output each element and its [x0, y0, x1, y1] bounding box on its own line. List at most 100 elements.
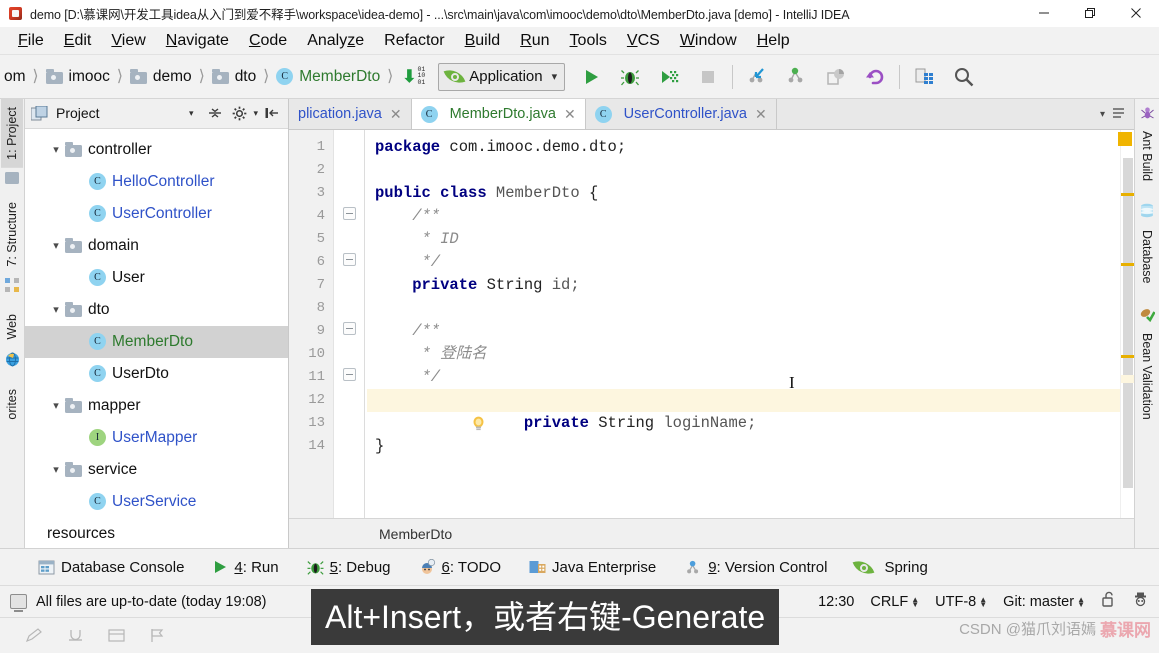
maximize-button[interactable]	[1067, 0, 1113, 27]
list-icon[interactable]	[1113, 107, 1127, 122]
vcs-revert-icon[interactable]	[855, 58, 894, 96]
gear-dropdown-icon[interactable]: ▾	[253, 108, 258, 119]
tool-tab-spring[interactable]: Spring	[841, 556, 941, 578]
run-coverage-button[interactable]	[649, 58, 688, 96]
code-folding-gutter[interactable]	[334, 130, 367, 518]
menu-edit[interactable]: Edit	[54, 30, 102, 52]
collapse-all-button[interactable]	[205, 103, 225, 123]
menu-view[interactable]: View	[101, 30, 155, 52]
sidebar-item-favorites[interactable]: orites	[1, 381, 23, 428]
chevron-expanded-icon[interactable]: ▾	[47, 303, 65, 316]
tool-tab-run[interactable]: 4: Run	[198, 559, 292, 576]
stop-button[interactable]	[688, 58, 727, 96]
tool-tab-database-console[interactable]: Database Console	[24, 559, 198, 576]
menu-help[interactable]: Help	[747, 30, 800, 52]
caret-position[interactable]: 12:30	[818, 594, 854, 610]
warning-marker[interactable]	[1121, 193, 1134, 196]
menu-build[interactable]: Build	[455, 30, 511, 52]
sidebar-item-ant-build[interactable]: Ant Build	[1136, 123, 1158, 189]
gear-icon[interactable]	[229, 103, 249, 123]
chevron-expanded-icon[interactable]: ▾	[47, 399, 65, 412]
close-icon[interactable]: ✕	[755, 106, 767, 123]
editor-tab-memberdto[interactable]: C MemberDto.java ✕	[411, 99, 586, 129]
menu-run[interactable]: Run	[510, 30, 559, 52]
encoding-selector[interactable]: UTF-8 ▲ ▼	[935, 594, 987, 610]
close-button[interactable]	[1113, 0, 1159, 27]
search-icon[interactable]	[944, 58, 983, 96]
project-tree[interactable]: ▾ controller C HelloController C UserCon…	[25, 129, 288, 548]
tree-node-domain[interactable]: ▾ domain	[25, 230, 288, 262]
menu-vcs[interactable]: VCS	[617, 30, 670, 52]
line-separator-selector[interactable]: CRLF ▲ ▼	[870, 594, 919, 610]
tree-node-controller[interactable]: ▾ controller	[25, 134, 288, 166]
sidebar-item-database[interactable]: Database	[1136, 222, 1158, 292]
fold-region-icon[interactable]	[343, 368, 356, 381]
database-table-icon[interactable]	[905, 58, 944, 96]
close-icon[interactable]: ✕	[564, 106, 576, 123]
chevron-down-icon[interactable]: ▾	[181, 108, 202, 119]
tree-node-userdto[interactable]: C UserDto	[25, 358, 288, 390]
code-text[interactable]: package com.imooc.demo.dto; public class…	[367, 130, 1120, 518]
fold-region-icon[interactable]	[343, 253, 356, 266]
menu-file[interactable]: FFileile	[8, 30, 54, 52]
breadcrumb-item-2[interactable]: demo	[128, 55, 194, 99]
sidebar-item-web[interactable]: Web	[1, 306, 23, 347]
compile-binary-icon[interactable]: ⬇ 01 10 01	[402, 66, 426, 88]
breadcrumb-item-0[interactable]: om	[2, 55, 28, 99]
tree-node-user[interactable]: C User	[25, 262, 288, 294]
tree-node-hellocontroller[interactable]: C HelloController	[25, 166, 288, 198]
warning-marker[interactable]	[1121, 263, 1134, 266]
menu-refactor[interactable]: Refactor	[374, 30, 454, 52]
chevron-expanded-icon[interactable]: ▾	[47, 143, 65, 156]
run-configuration-selector[interactable]: Application ▾	[438, 62, 566, 91]
hide-icon[interactable]	[262, 103, 282, 123]
debug-button[interactable]	[610, 58, 649, 96]
editor-tab-application[interactable]: plication.java ✕	[289, 99, 412, 129]
breadcrumb-item-3[interactable]: dto	[210, 55, 259, 99]
menu-analyze[interactable]: Analyze	[297, 30, 374, 52]
chevron-expanded-icon[interactable]: ▾	[47, 463, 65, 476]
fold-region-icon[interactable]	[343, 322, 356, 335]
fold-region-icon[interactable]	[343, 207, 356, 220]
menu-code[interactable]: Code	[239, 30, 297, 52]
git-branch-selector[interactable]: Git: master ▲ ▼	[1003, 594, 1085, 610]
tree-node-userservice[interactable]: C UserService	[25, 486, 288, 518]
tree-node-resources[interactable]: resources	[25, 518, 288, 548]
scrollbar-thumb[interactable]	[1123, 158, 1133, 488]
flag-icon[interactable]	[149, 628, 166, 643]
pencil-icon[interactable]	[25, 628, 43, 643]
warning-marker[interactable]	[1121, 355, 1134, 358]
run-button[interactable]	[571, 58, 610, 96]
tool-tab-debug[interactable]: 5: Debug	[293, 559, 405, 576]
menu-tools[interactable]: Tools	[560, 30, 617, 52]
inspector-hat-icon[interactable]	[1132, 591, 1149, 612]
inspection-status-indicator[interactable]	[1118, 132, 1132, 146]
minimize-button[interactable]	[1021, 0, 1067, 27]
tool-tab-java-enterprise[interactable]: Java Enterprise	[515, 559, 670, 576]
vcs-update-icon[interactable]	[738, 58, 777, 96]
vcs-commit-icon[interactable]	[777, 58, 816, 96]
tree-node-mapper[interactable]: ▾ mapper	[25, 390, 288, 422]
tool-tab-todo[interactable]: 6: TODO	[405, 559, 515, 576]
editor-scroll-gutter[interactable]	[1118, 130, 1134, 518]
code-editor[interactable]: 1 2 3 4 5 6 7 8 9 10 11 12 13 14 package…	[289, 130, 1134, 518]
sidebar-item-bean-validation[interactable]: Bean Validation	[1136, 325, 1158, 428]
tool-tab-version-control[interactable]: 9: Version Control	[670, 559, 841, 576]
vcs-compare-icon[interactable]	[816, 58, 855, 96]
editor-tab-usercontroller[interactable]: C UserController.java ✕	[586, 99, 777, 129]
tree-node-dto[interactable]: ▾ dto	[25, 294, 288, 326]
tree-node-usermapper[interactable]: I UserMapper	[25, 422, 288, 454]
breadcrumb-item-1[interactable]: imooc	[44, 55, 112, 99]
tree-node-service[interactable]: ▾ service	[25, 454, 288, 486]
close-icon[interactable]: ✕	[390, 106, 402, 123]
layout-icon[interactable]	[108, 628, 125, 643]
chevron-down-icon[interactable]: ▾	[1100, 109, 1105, 120]
sidebar-item-structure[interactable]: 7: Structure	[1, 194, 23, 275]
breadcrumb-item-4[interactable]: C MemberDto	[274, 55, 382, 99]
unlocked-padlock-icon[interactable]	[1101, 591, 1116, 612]
tree-node-usercontroller[interactable]: C UserController	[25, 198, 288, 230]
tree-node-memberdto[interactable]: C MemberDto	[25, 325, 288, 358]
underline-icon[interactable]	[67, 628, 84, 643]
menu-navigate[interactable]: Navigate	[156, 30, 239, 52]
menu-window[interactable]: Window	[670, 30, 747, 52]
